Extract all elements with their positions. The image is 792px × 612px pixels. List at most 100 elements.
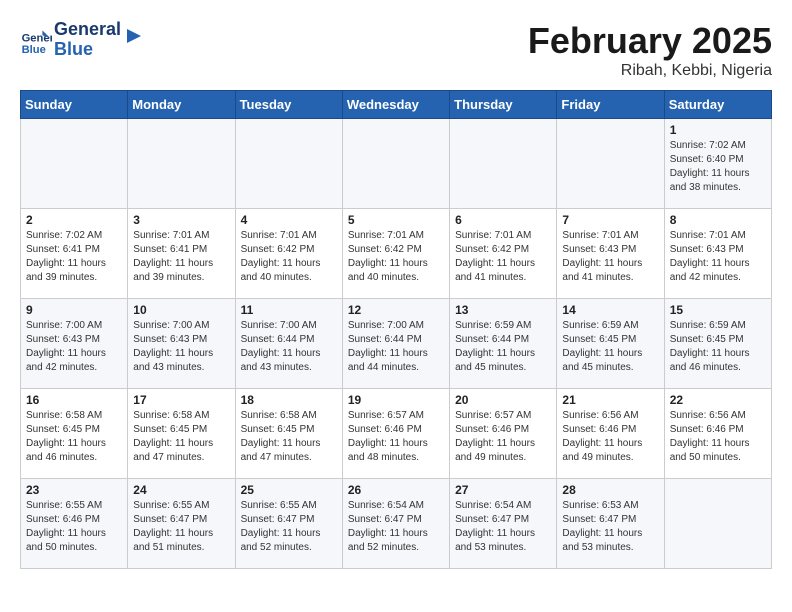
calendar-week-1: 2 Sunrise: 7:02 AM Sunset: 6:41 PM Daylig… <box>21 209 772 299</box>
day-number: 2 <box>26 213 122 227</box>
day-info: Sunrise: 6:53 AM Sunset: 6:47 PM Dayligh… <box>562 499 658 555</box>
day-info: Sunrise: 7:02 AM Sunset: 6:41 PM Dayligh… <box>26 229 122 285</box>
calendar-header: Sunday Monday Tuesday Wednesday Thursday… <box>21 91 772 119</box>
logo-line1: General <box>54 20 121 40</box>
day-info: Sunrise: 6:57 AM Sunset: 6:46 PM Dayligh… <box>455 409 551 465</box>
day-info: Sunrise: 6:59 AM Sunset: 6:45 PM Dayligh… <box>670 319 766 375</box>
col-thursday: Thursday <box>450 91 557 119</box>
calendar-cell <box>664 479 771 569</box>
day-number: 4 <box>241 213 337 227</box>
day-info: Sunrise: 6:55 AM Sunset: 6:47 PM Dayligh… <box>133 499 229 555</box>
day-info: Sunrise: 6:56 AM Sunset: 6:46 PM Dayligh… <box>670 409 766 465</box>
calendar-cell: 8 Sunrise: 7:01 AM Sunset: 6:43 PM Daylig… <box>664 209 771 299</box>
day-info: Sunrise: 7:01 AM Sunset: 6:42 PM Dayligh… <box>348 229 444 285</box>
day-number: 18 <box>241 393 337 407</box>
logo-arrow-icon <box>123 25 145 47</box>
col-wednesday: Wednesday <box>342 91 449 119</box>
calendar-week-3: 16 Sunrise: 6:58 AM Sunset: 6:45 PM Dayli… <box>21 389 772 479</box>
calendar-week-2: 9Sunrise: 7:00 AM Sunset: 6:43 PM Daylig… <box>21 299 772 389</box>
day-number: 3 <box>133 213 229 227</box>
day-number: 21 <box>562 393 658 407</box>
calendar-cell: 11 Sunrise: 7:00 AM Sunset: 6:44 PM Dayli… <box>235 299 342 389</box>
calendar-cell: 7 Sunrise: 7:01 AM Sunset: 6:43 PM Daylig… <box>557 209 664 299</box>
day-info: Sunrise: 6:58 AM Sunset: 6:45 PM Dayligh… <box>241 409 337 465</box>
calendar-cell: 1 Sunrise: 7:02 AM Sunset: 6:40 PM Daylig… <box>664 119 771 209</box>
calendar-cell: 17Sunrise: 6:58 AM Sunset: 6:45 PM Dayli… <box>128 389 235 479</box>
calendar-cell <box>557 119 664 209</box>
calendar-cell: 21 Sunrise: 6:56 AM Sunset: 6:46 PM Dayli… <box>557 389 664 479</box>
day-info: Sunrise: 7:00 AM Sunset: 6:44 PM Dayligh… <box>241 319 337 375</box>
day-number: 28 <box>562 483 658 497</box>
calendar-week-0: 1 Sunrise: 7:02 AM Sunset: 6:40 PM Daylig… <box>21 119 772 209</box>
day-number: 26 <box>348 483 444 497</box>
calendar-cell: 22 Sunrise: 6:56 AM Sunset: 6:46 PM Dayli… <box>664 389 771 479</box>
day-info: Sunrise: 6:55 AM Sunset: 6:46 PM Dayligh… <box>26 499 122 555</box>
calendar-cell: 3 Sunrise: 7:01 AM Sunset: 6:41 PM Daylig… <box>128 209 235 299</box>
calendar-cell <box>450 119 557 209</box>
day-info: Sunrise: 6:56 AM Sunset: 6:46 PM Dayligh… <box>562 409 658 465</box>
day-number: 14 <box>562 303 658 317</box>
calendar-cell: 10Sunrise: 7:00 AM Sunset: 6:43 PM Dayli… <box>128 299 235 389</box>
calendar-cell: 25Sunrise: 6:55 AM Sunset: 6:47 PM Dayli… <box>235 479 342 569</box>
logo-line2: Blue <box>54 40 121 60</box>
day-number: 15 <box>670 303 766 317</box>
calendar-cell <box>235 119 342 209</box>
calendar-table: Sunday Monday Tuesday Wednesday Thursday… <box>20 90 772 569</box>
day-number: 19 <box>348 393 444 407</box>
col-sunday: Sunday <box>21 91 128 119</box>
day-number: 24 <box>133 483 229 497</box>
calendar-cell: 26Sunrise: 6:54 AM Sunset: 6:47 PM Dayli… <box>342 479 449 569</box>
calendar-cell: 15 Sunrise: 6:59 AM Sunset: 6:45 PM Dayli… <box>664 299 771 389</box>
calendar-cell: 13Sunrise: 6:59 AM Sunset: 6:44 PM Dayli… <box>450 299 557 389</box>
day-info: Sunrise: 6:57 AM Sunset: 6:46 PM Dayligh… <box>348 409 444 465</box>
calendar-cell: 27 Sunrise: 6:54 AM Sunset: 6:47 PM Dayli… <box>450 479 557 569</box>
day-number: 8 <box>670 213 766 227</box>
calendar-cell: 23Sunrise: 6:55 AM Sunset: 6:46 PM Dayli… <box>21 479 128 569</box>
calendar-cell: 14 Sunrise: 6:59 AM Sunset: 6:45 PM Dayli… <box>557 299 664 389</box>
day-info: Sunrise: 7:01 AM Sunset: 6:42 PM Dayligh… <box>455 229 551 285</box>
day-number: 16 <box>26 393 122 407</box>
header-row: Sunday Monday Tuesday Wednesday Thursday… <box>21 91 772 119</box>
day-number: 1 <box>670 123 766 137</box>
day-info: Sunrise: 7:01 AM Sunset: 6:42 PM Dayligh… <box>241 229 337 285</box>
logo-icon: General Blue <box>20 24 52 56</box>
day-info: Sunrise: 6:54 AM Sunset: 6:47 PM Dayligh… <box>455 499 551 555</box>
day-info: Sunrise: 7:01 AM Sunset: 6:43 PM Dayligh… <box>670 229 766 285</box>
day-number: 11 <box>241 303 337 317</box>
day-number: 12 <box>348 303 444 317</box>
calendar-cell: 18 Sunrise: 6:58 AM Sunset: 6:45 PM Dayli… <box>235 389 342 479</box>
day-number: 13 <box>455 303 551 317</box>
calendar-week-4: 23Sunrise: 6:55 AM Sunset: 6:46 PM Dayli… <box>21 479 772 569</box>
calendar-cell: 9Sunrise: 7:00 AM Sunset: 6:43 PM Daylig… <box>21 299 128 389</box>
day-info: Sunrise: 7:01 AM Sunset: 6:41 PM Dayligh… <box>133 229 229 285</box>
day-info: Sunrise: 7:00 AM Sunset: 6:44 PM Dayligh… <box>348 319 444 375</box>
calendar-cell: 24 Sunrise: 6:55 AM Sunset: 6:47 PM Dayli… <box>128 479 235 569</box>
col-monday: Monday <box>128 91 235 119</box>
calendar-cell: 6 Sunrise: 7:01 AM Sunset: 6:42 PM Daylig… <box>450 209 557 299</box>
calendar-cell: 16Sunrise: 6:58 AM Sunset: 6:45 PM Dayli… <box>21 389 128 479</box>
calendar-cell: 5 Sunrise: 7:01 AM Sunset: 6:42 PM Daylig… <box>342 209 449 299</box>
day-info: Sunrise: 7:00 AM Sunset: 6:43 PM Dayligh… <box>133 319 229 375</box>
col-tuesday: Tuesday <box>235 91 342 119</box>
calendar-cell: 4 Sunrise: 7:01 AM Sunset: 6:42 PM Daylig… <box>235 209 342 299</box>
calendar-cell: 19 Sunrise: 6:57 AM Sunset: 6:46 PM Dayli… <box>342 389 449 479</box>
calendar-body: 1 Sunrise: 7:02 AM Sunset: 6:40 PM Daylig… <box>21 119 772 569</box>
calendar-subtitle: Ribah, Kebbi, Nigeria <box>528 62 772 80</box>
day-number: 7 <box>562 213 658 227</box>
day-number: 6 <box>455 213 551 227</box>
col-friday: Friday <box>557 91 664 119</box>
day-info: Sunrise: 6:59 AM Sunset: 6:45 PM Dayligh… <box>562 319 658 375</box>
title-block: February 2025 Ribah, Kebbi, Nigeria <box>528 20 772 80</box>
day-number: 22 <box>670 393 766 407</box>
day-number: 5 <box>348 213 444 227</box>
day-number: 27 <box>455 483 551 497</box>
calendar-cell <box>342 119 449 209</box>
day-info: Sunrise: 7:02 AM Sunset: 6:40 PM Dayligh… <box>670 139 766 195</box>
page-header: General Blue General Blue February 2025 … <box>20 20 772 80</box>
col-saturday: Saturday <box>664 91 771 119</box>
day-info: Sunrise: 7:01 AM Sunset: 6:43 PM Dayligh… <box>562 229 658 285</box>
day-info: Sunrise: 6:55 AM Sunset: 6:47 PM Dayligh… <box>241 499 337 555</box>
svg-text:General: General <box>22 32 52 44</box>
calendar-cell <box>128 119 235 209</box>
day-number: 20 <box>455 393 551 407</box>
